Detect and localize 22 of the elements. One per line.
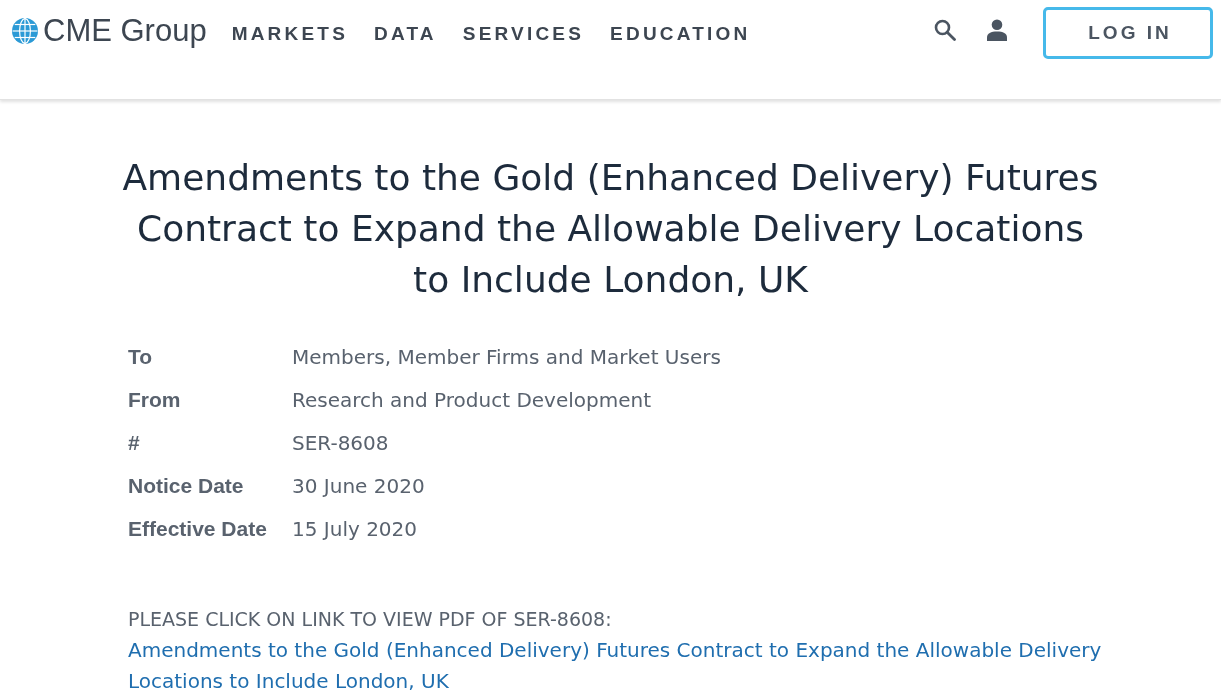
nav-link[interactable]: DATA: [374, 22, 437, 46]
nav-link[interactable]: EDUCATION: [610, 22, 751, 46]
field-label: Effective Date: [128, 516, 268, 541]
pdf-link[interactable]: Amendments to the Gold (Enhanced Delivery) Futures Contract to Expand the Allowable Delivery Locations to Include London, UK: [128, 635, 1103, 697]
field-value: Members, Member Firms and Market Users: [292, 344, 721, 369]
field-label: To: [128, 344, 154, 369]
notice-title: Amendments to the Gold (Enhanced Delivery) Futures Contract to Expand the Allowable Delivery Locations to Include London, UK: [121, 156, 1100, 302]
logo-link[interactable]: CME Group: [12, 14, 207, 48]
globe-icon: [12, 18, 38, 44]
login-button[interactable]: LOG IN: [1043, 7, 1213, 59]
nav-link[interactable]: MARKETS: [231, 22, 348, 46]
field-label: #: [128, 430, 141, 455]
field-label: From: [128, 387, 182, 412]
pdf-prompt: PLEASE CLICK ON LINK TO VIEW PDF OF SER-8608:: [128, 607, 613, 632]
field-label: Notice Date: [128, 473, 245, 498]
user-icon[interactable]: [987, 19, 1007, 41]
search-icon[interactable]: [934, 19, 956, 41]
field-value: Research and Product Development: [292, 387, 651, 412]
field-value: 30 June 2020: [292, 473, 425, 498]
field-value: SER-8608: [292, 430, 389, 455]
field-value: 15 July 2020: [292, 516, 418, 541]
nav-link[interactable]: SERVICES: [462, 22, 585, 46]
